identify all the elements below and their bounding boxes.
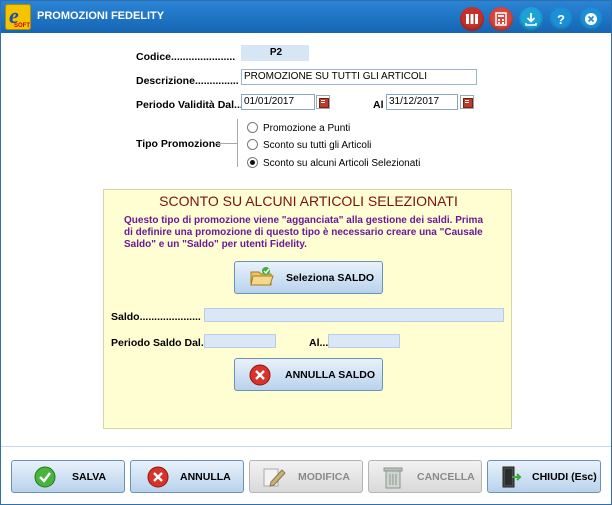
radio-button[interactable] [247, 138, 258, 150]
panel-title: SCONTO SU ALCUNI ARTICOLI SELEZIONATI [159, 193, 458, 209]
window-title: PROMOZIONI FEDELITY [37, 10, 165, 22]
check-icon [34, 466, 56, 491]
group-bracket [237, 119, 238, 167]
exit-door-icon [500, 465, 522, 492]
al-calendar-icon[interactable] [460, 95, 474, 109]
chiudi-button[interactable]: CHIUDI (Esc) [487, 460, 601, 493]
help-icon[interactable]: ? [549, 7, 573, 31]
close-icon[interactable] [579, 7, 603, 31]
codice-label: Codice...................... [136, 51, 236, 63]
svg-text:?: ? [557, 12, 565, 26]
radio-sconto-tutti[interactable]: Sconto su tutti gli Articoli [247, 138, 371, 153]
modifica-button[interactable]: MODIFICA [249, 460, 363, 493]
radio-sconto-selezionati[interactable]: Sconto su alcuni Articoli Selezionati [247, 156, 420, 171]
edit-pencil-icon [262, 466, 286, 491]
annulla-saldo-button[interactable]: ANNULLA SALDO [234, 358, 383, 391]
seleziona-saldo-button[interactable]: Seleziona SALDO [234, 261, 383, 294]
radio-promozione-punti[interactable]: Promozione a Punti [247, 121, 350, 136]
dal-date-field[interactable]: 01/01/2017 [241, 94, 315, 110]
tipo-promozione-label: Tipo Promozione [136, 138, 221, 150]
trash-icon [383, 465, 403, 492]
download-icon[interactable] [519, 7, 543, 31]
cancel-icon [249, 364, 271, 389]
radio-button-selected[interactable] [247, 156, 258, 168]
periodo-saldo-dal-field [204, 334, 276, 348]
periodo-saldo-label: Periodo Saldo Dal... [111, 337, 210, 349]
al-label: Al [373, 99, 384, 111]
e-app-icon: e SOFT [5, 3, 31, 30]
descrizione-field[interactable]: PROMOZIONE SU TUTTI GLI ARTICOLI [241, 69, 477, 85]
title-bar: e SOFT PROMOZIONI FEDELITY ? [1, 1, 611, 33]
saldo-label: Saldo..................... [111, 311, 201, 323]
descrizione-label: Descrizione............... [136, 75, 239, 87]
sconto-panel: SCONTO SU ALCUNI ARTICOLI SELEZIONATI Qu… [103, 189, 512, 429]
periodo-validita-label: Periodo Validità Dal... [136, 99, 243, 111]
promozioni-window: e SOFT PROMOZIONI FEDELITY ? Codice......… [0, 0, 612, 505]
group-connector [215, 143, 237, 144]
radio-button[interactable] [247, 121, 258, 133]
panel-description: Questo tipo di promozione viene "agganci… [124, 215, 484, 250]
al-date-field[interactable]: 31/12/2017 [386, 94, 458, 110]
calculator-icon[interactable] [489, 7, 513, 31]
periodo-saldo-al-field [328, 334, 400, 348]
saldo-field [204, 308, 504, 322]
cancel-icon [147, 466, 169, 491]
saldo-al-label: Al... [309, 337, 329, 349]
books-icon[interactable] [460, 7, 484, 31]
codice-field: P2 [241, 45, 309, 61]
salva-button[interactable]: SALVA [11, 460, 125, 493]
bottom-divider [1, 446, 611, 447]
dal-calendar-icon[interactable] [316, 95, 330, 109]
annulla-button[interactable]: ANNULLA [130, 460, 244, 493]
folder-icon [249, 265, 275, 292]
cancella-button[interactable]: CANCELLA [368, 460, 482, 493]
